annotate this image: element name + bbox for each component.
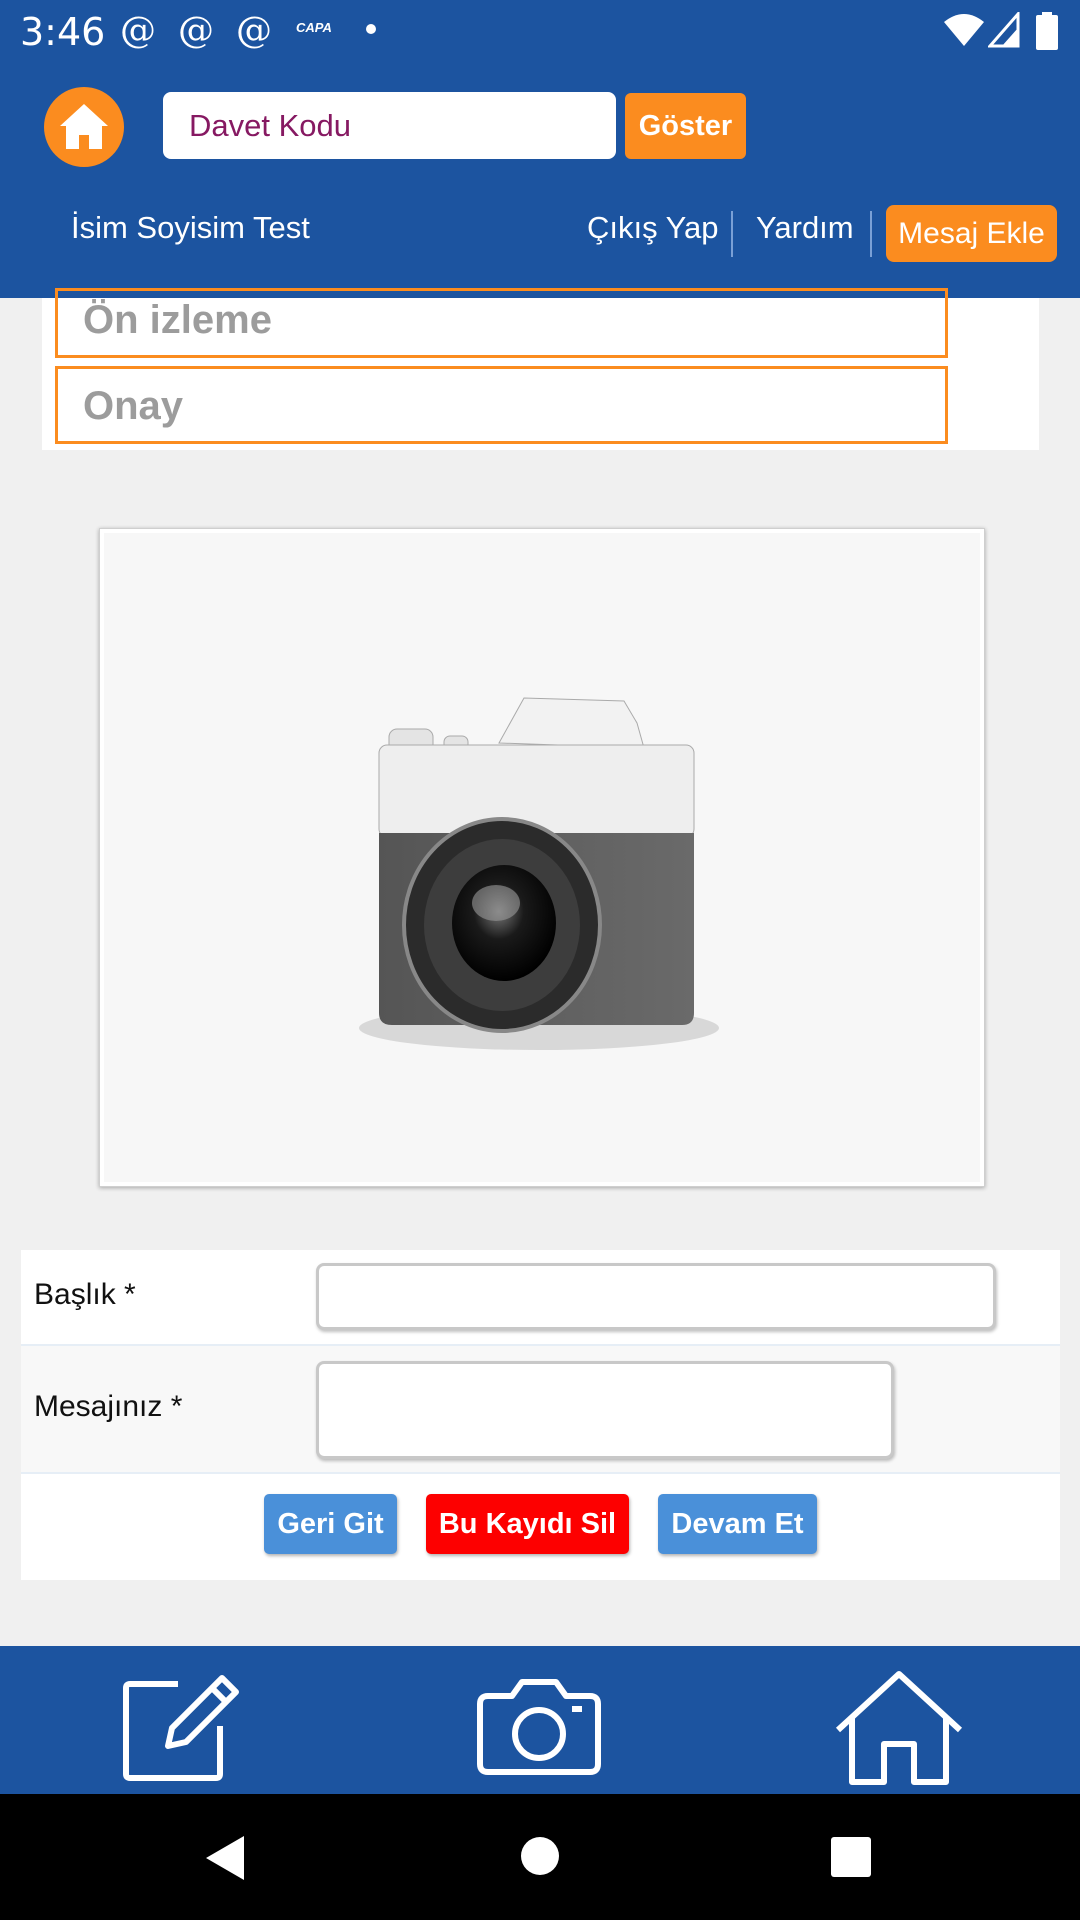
home-circle-icon[interactable] (520, 1836, 560, 1876)
message-input[interactable] (316, 1361, 894, 1459)
logout-link[interactable]: Çıkış Yap (587, 210, 719, 246)
bottom-nav-bar (0, 1646, 1080, 1794)
message-label: Mesajınız * (34, 1390, 183, 1423)
message-form: Başlık * Mesajınız * Geri Git Bu Kayıdı … (21, 1250, 1060, 1580)
form-row-title: Başlık * (21, 1250, 1060, 1346)
steps-panel: Ön izleme Onay (42, 288, 1039, 450)
app-header: Davet Kodu Göster İsim Soyisim Test Çıkı… (0, 63, 1080, 298)
step-confirm[interactable]: Onay (55, 366, 948, 444)
camera-icon[interactable] (474, 1676, 604, 1776)
status-bar: 3:46 @ @ @ CAPA (0, 0, 1080, 63)
status-time: 3:46 (20, 10, 106, 54)
title-label: Başlık * (34, 1278, 136, 1311)
form-row-message: Mesajınız * (21, 1346, 1060, 1474)
help-link[interactable]: Yardım (756, 210, 854, 246)
back-button[interactable]: Geri Git (264, 1494, 397, 1554)
nav-divider (731, 211, 733, 257)
wifi-icon (944, 14, 984, 46)
back-icon[interactable] (204, 1834, 248, 1882)
at-notification-icon: @ (120, 10, 156, 51)
title-input[interactable] (316, 1263, 996, 1330)
recents-icon[interactable] (830, 1836, 872, 1878)
more-notifications-icon (366, 24, 376, 34)
photo-preview[interactable] (99, 528, 985, 1187)
add-message-button[interactable]: Mesaj Ekle (886, 205, 1057, 262)
delete-record-button[interactable]: Bu Kayıdı Sil (426, 1494, 629, 1554)
user-name: İsim Soyisim Test (71, 210, 310, 245)
signal-icon (988, 12, 1020, 48)
capa-notification-icon: CAPA (296, 20, 332, 35)
step-preview[interactable]: Ön izleme (55, 288, 948, 358)
continue-button[interactable]: Devam Et (658, 1494, 817, 1554)
at-notification-icon: @ (236, 10, 272, 51)
show-button[interactable]: Göster (625, 93, 746, 159)
at-notification-icon: @ (178, 10, 214, 51)
battery-icon (1036, 12, 1058, 50)
home-button[interactable] (44, 87, 124, 167)
system-nav-bar (0, 1794, 1080, 1920)
invite-code-input[interactable]: Davet Kodu (163, 92, 616, 159)
nav-divider (870, 211, 872, 257)
camera-placeholder-icon (359, 697, 719, 1050)
form-row-actions: Geri Git Bu Kayıdı Sil Devam Et (21, 1474, 1060, 1580)
home-icon[interactable] (832, 1668, 966, 1786)
edit-icon[interactable] (118, 1668, 242, 1784)
home-icon (60, 104, 108, 149)
